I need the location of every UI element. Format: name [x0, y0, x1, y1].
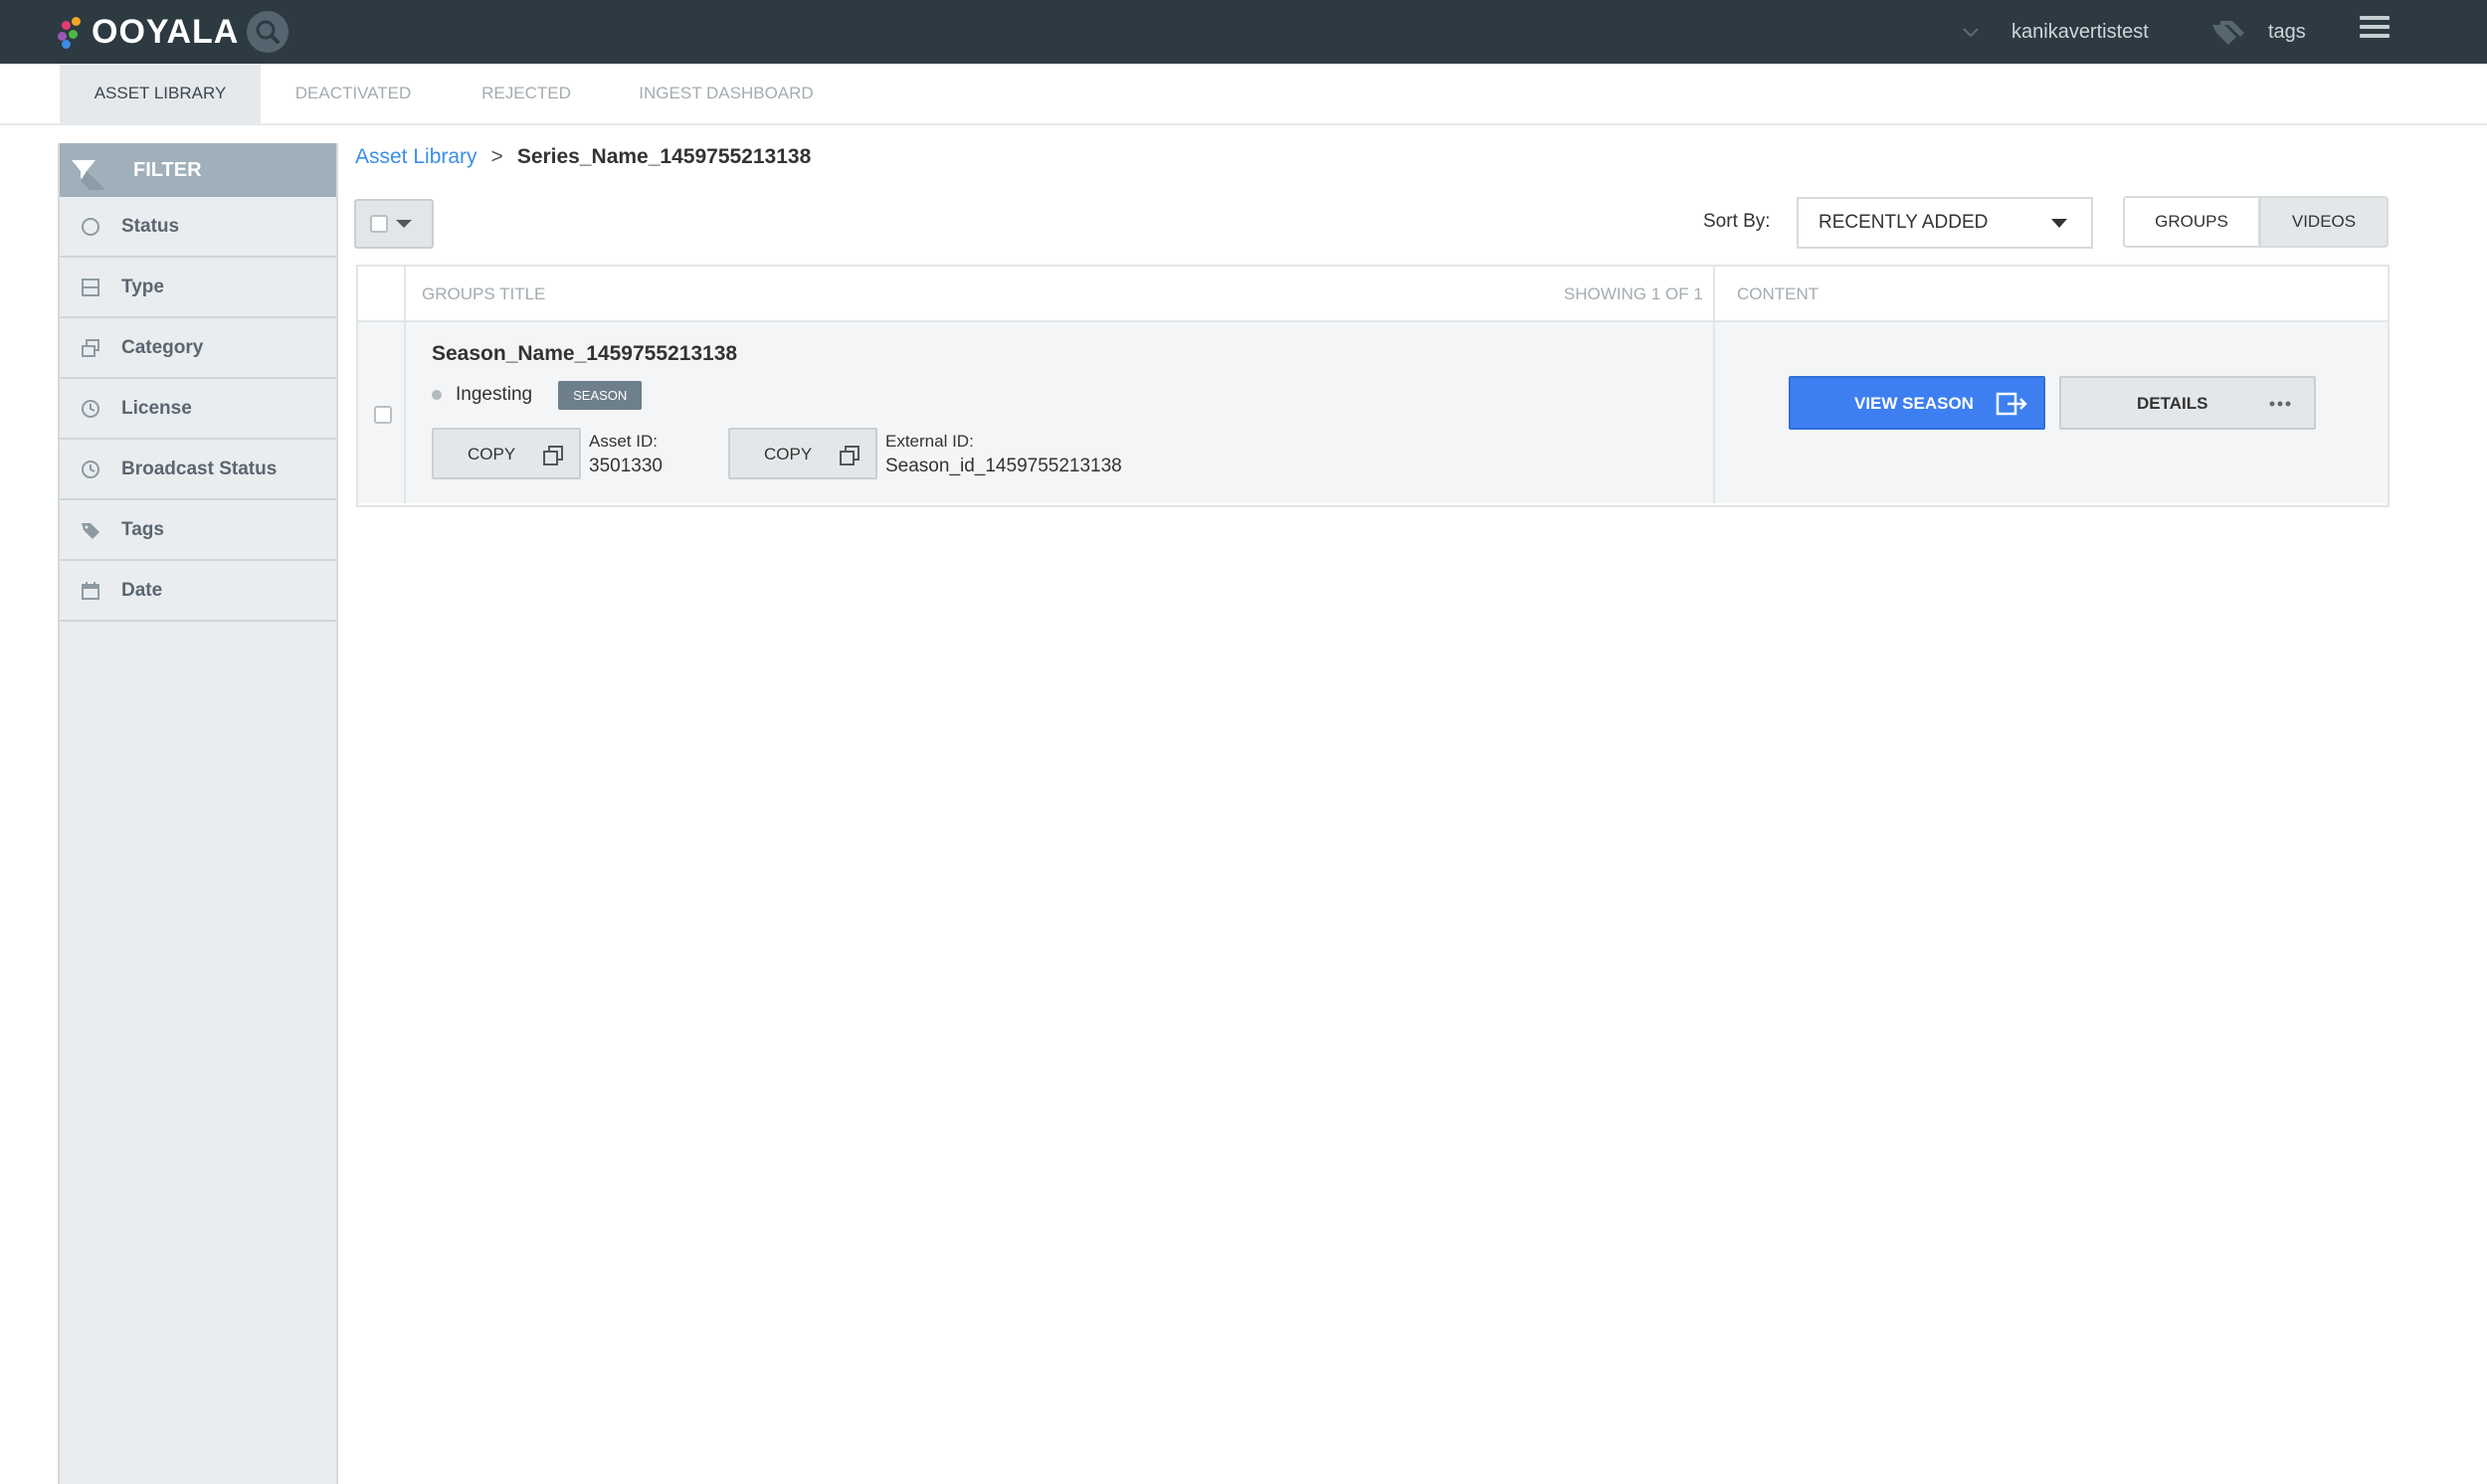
column-divider [1713, 322, 1715, 503]
select-all-checkbox[interactable] [370, 215, 388, 233]
filter-item-category[interactable]: Category [60, 318, 336, 379]
external-id-value: Season_id_1459755213138 [885, 456, 1122, 476]
column-header-groups-title: GROUPS TITLE [422, 284, 546, 303]
tag-icon [82, 522, 99, 539]
copy-label: COPY [468, 445, 516, 464]
chevron-down-icon [1963, 28, 1979, 38]
tab-asset-library[interactable]: ASSET LIBRARY [60, 64, 261, 123]
asset-id-value: 3501330 [589, 456, 663, 476]
tab-bar: ASSET LIBRARY DEACTIVATED REJECTED INGES… [0, 64, 2487, 125]
caret-down-icon [2051, 218, 2067, 228]
view-season-label: VIEW SEASON [1854, 394, 1974, 413]
season-badge: SEASON [558, 380, 643, 410]
copy-icon [840, 446, 860, 465]
asset-id-label: Asset ID: [589, 432, 658, 451]
filter-item-date[interactable]: Date [60, 561, 336, 622]
search-icon[interactable] [247, 11, 288, 53]
caret-down-icon [396, 220, 412, 228]
calendar-icon [82, 581, 99, 600]
type-icon [82, 278, 99, 296]
category-icon [82, 338, 99, 357]
status-indicator: Ingesting SEASON [432, 380, 643, 410]
table-row: Season_Name_1459755213138 Ingesting SEAS… [358, 322, 2388, 503]
more-dots-icon [2269, 401, 2291, 407]
breadcrumb-current: Series_Name_1459755213138 [516, 145, 812, 168]
view-videos-button[interactable]: VIDEOS [2259, 196, 2389, 248]
filter-item-label: Category [121, 336, 204, 358]
ooyala-logo[interactable]: OOYALA [58, 12, 239, 52]
column-divider [404, 267, 406, 320]
filter-item-label: Status [121, 215, 180, 237]
hamburger-menu-icon[interactable] [2360, 16, 2390, 42]
logo-dots-icon [58, 17, 88, 49]
filter-item-type[interactable]: Type [60, 258, 336, 318]
filter-sidebar: FILTER Status Type Category License Broa… [58, 143, 338, 1484]
filter-item-broadcast-status[interactable]: Broadcast Status [60, 440, 336, 500]
filter-item-label: Broadcast Status [121, 458, 278, 479]
tab-rejected[interactable]: REJECTED [468, 64, 585, 123]
sort-by-value: RECENTLY ADDED [1818, 212, 1989, 233]
groups-table: GROUPS TITLE SHOWING 1 OF 1 CONTENT Seas… [356, 265, 2390, 507]
user-menu[interactable]: kanikavertistest [1960, 14, 2149, 50]
column-header-content: CONTENT [1737, 284, 1819, 303]
open-external-icon [1996, 392, 2027, 416]
filter-header[interactable]: FILTER [60, 143, 336, 197]
filter-item-license[interactable]: License [60, 379, 336, 440]
breadcrumb-separator: > [490, 145, 503, 168]
view-season-button[interactable]: VIEW SEASON [1789, 376, 2045, 430]
status-dot-icon [432, 390, 442, 400]
tags-menu[interactable]: tags [2210, 14, 2306, 50]
filter-item-label: Type [121, 276, 164, 297]
filter-item-tags[interactable]: Tags [60, 500, 336, 561]
details-button[interactable]: DETAILS [2059, 376, 2316, 430]
showing-count: SHOWING 1 OF 1 [1564, 284, 1703, 303]
clock-icon [82, 399, 99, 418]
copy-external-id-button[interactable]: COPY [728, 428, 877, 479]
sort-by-select[interactable]: RECENTLY ADDED [1797, 197, 2093, 249]
filter-label: FILTER [133, 158, 202, 181]
funnel-icon [72, 160, 105, 190]
tab-ingest-dashboard[interactable]: INGEST DASHBOARD [627, 64, 826, 123]
filter-item-label: Tags [121, 518, 164, 540]
tab-deactivated[interactable]: DEACTIVATED [281, 64, 426, 123]
username-label: kanikavertistest [2011, 20, 2149, 43]
filter-item-status[interactable]: Status [60, 197, 336, 258]
group-title[interactable]: Season_Name_1459755213138 [432, 342, 737, 366]
table-header: GROUPS TITLE SHOWING 1 OF 1 CONTENT [358, 267, 2388, 322]
copy-icon [543, 446, 563, 465]
copy-label: COPY [764, 445, 813, 464]
filter-item-label: License [121, 397, 192, 419]
row-checkbox[interactable] [374, 406, 392, 424]
logo-text: OOYALA [92, 12, 240, 51]
filter-item-label: Date [121, 579, 163, 601]
tags-label: tags [2268, 20, 2306, 43]
sort-by-label: Sort By: [1703, 211, 1771, 232]
breadcrumb-asset-library-link[interactable]: Asset Library [355, 145, 478, 169]
top-navigation-bar: OOYALA kanikavertistest tags [0, 0, 2487, 64]
breadcrumb: Asset Library > Series_Name_145975521313… [355, 142, 811, 172]
column-divider [1713, 267, 1715, 320]
clock-icon [82, 460, 99, 478]
column-divider [404, 322, 406, 503]
circle-icon [82, 217, 99, 236]
view-groups-button[interactable]: GROUPS [2123, 196, 2260, 248]
status-text: Ingesting [456, 384, 533, 405]
details-label: DETAILS [2137, 394, 2208, 413]
select-all-dropdown[interactable] [354, 199, 434, 249]
external-id-label: External ID: [885, 432, 974, 451]
tags-icon [2212, 21, 2244, 45]
copy-asset-id-button[interactable]: COPY [432, 428, 581, 479]
